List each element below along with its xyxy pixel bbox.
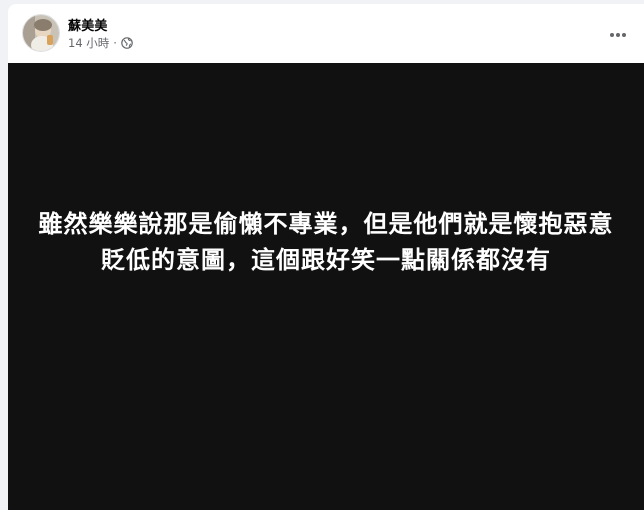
author-name[interactable]: 蘇美美: [68, 15, 108, 34]
post-header: 蘇美美 14 小時 ·: [8, 4, 644, 63]
meta-separator: ·: [113, 36, 117, 50]
more-options-icon: [609, 23, 627, 42]
post-meta: 14 小時 ·: [68, 35, 133, 51]
more-options-button[interactable]: [604, 18, 632, 46]
post-text: 雖然樂樂說那是偷懶不專業，但是他們就是懷抱惡意貶低的意圖，這個跟好笑一點關係都沒…: [38, 209, 614, 274]
avatar[interactable]: [22, 14, 60, 52]
post-text-background[interactable]: 雖然樂樂說那是偷懶不專業，但是他們就是懷抱惡意貶低的意圖，這個跟好笑一點關係都沒…: [8, 63, 644, 510]
post-timestamp[interactable]: 14 小時: [68, 35, 109, 51]
post-card: 蘇美美 14 小時 · 雖然樂樂說那是偷懶不專業，但是他們就是懷抱惡意貶低的意圖…: [8, 4, 644, 510]
globe-icon[interactable]: [121, 37, 133, 49]
